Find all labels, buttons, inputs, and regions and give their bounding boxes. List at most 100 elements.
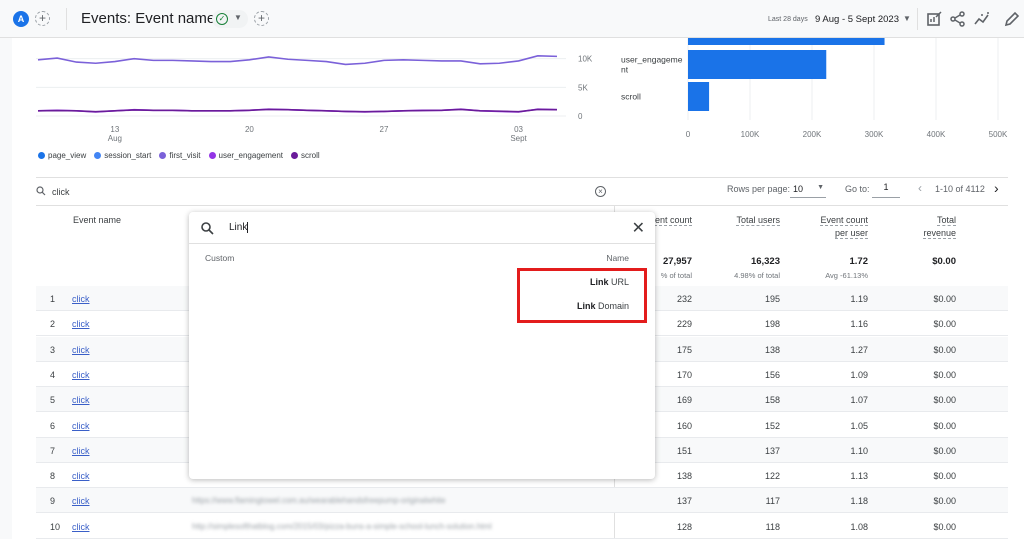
clear-search-icon[interactable]: × bbox=[595, 186, 606, 197]
bar-user_engagement bbox=[688, 50, 827, 79]
legend-dot-icon bbox=[38, 152, 45, 159]
x-tick-label: 0 bbox=[686, 130, 691, 139]
next-page-icon[interactable]: › bbox=[994, 180, 999, 196]
row-index: 8 bbox=[50, 471, 56, 482]
report-header: A + Events: Event name ✓ ▼ + Last 28 day… bbox=[0, 0, 1024, 38]
prev-page-icon[interactable]: ‹ bbox=[918, 181, 922, 195]
edit-icon[interactable] bbox=[1003, 10, 1021, 28]
per-user-cell: 1.16 bbox=[850, 319, 868, 330]
event-name-link[interactable]: click bbox=[72, 319, 90, 329]
revenue-cell: $0.00 bbox=[933, 471, 956, 482]
divider bbox=[189, 243, 655, 244]
legend-item[interactable]: session_start bbox=[94, 151, 151, 160]
revenue-cell: $0.00 bbox=[933, 294, 956, 304]
legend-label: first_visit bbox=[169, 151, 201, 160]
property-avatar[interactable]: A bbox=[13, 11, 29, 27]
legend-item[interactable]: scroll bbox=[291, 151, 320, 160]
table-search-input[interactable]: click bbox=[52, 187, 70, 197]
revenue-cell: $0.00 bbox=[933, 344, 956, 355]
legend-dot-icon bbox=[291, 152, 299, 159]
event-count-cell: 128 bbox=[676, 521, 692, 532]
event-name-link[interactable]: click bbox=[72, 294, 90, 304]
page-range: 1-10 of 4112 bbox=[935, 184, 985, 194]
link-url-value: http://simplesofthatblog.com/2015/03/piz… bbox=[192, 521, 492, 531]
custom-column-label: Custom bbox=[205, 253, 235, 263]
divider bbox=[917, 8, 918, 30]
dimension-search-value: Link bbox=[229, 222, 248, 234]
row-index: 7 bbox=[50, 445, 56, 456]
x-tick-sublabel: Aug bbox=[108, 134, 122, 143]
legend-label: session_start bbox=[104, 151, 152, 160]
legend-item[interactable]: first_visit bbox=[159, 151, 201, 160]
col-event-count-per-user[interactable]: Event count per user bbox=[790, 214, 868, 240]
event-name-link[interactable]: click bbox=[72, 446, 90, 456]
row-index: 6 bbox=[50, 420, 56, 431]
name-column-label: Name bbox=[606, 253, 629, 263]
date-range-picker[interactable]: 9 Aug - 5 Sept 2023 bbox=[815, 14, 899, 25]
per-user-cell: 1.27 bbox=[850, 344, 868, 355]
event-name-link[interactable]: click bbox=[72, 345, 90, 355]
y-tick-label: 5K bbox=[578, 83, 588, 92]
per-user-cell: 1.05 bbox=[850, 420, 868, 431]
revenue-cell: $0.00 bbox=[933, 395, 956, 406]
goto-label: Go to: bbox=[845, 184, 870, 194]
per-user-cell: 1.19 bbox=[850, 294, 868, 304]
total-per-user: 1.72 bbox=[849, 256, 869, 267]
legend-label: user_engagement bbox=[218, 151, 284, 160]
bar-chart: 0 100K 200K 300K 400K 500K user_engagement scro… bbox=[621, 38, 1008, 139]
y-tick-label: 10K bbox=[578, 55, 593, 64]
line-chart: 0 5K 10K 13Aug 20 27 03Sept bbox=[36, 54, 593, 143]
add-comparison-button[interactable]: + bbox=[35, 11, 50, 26]
col-label-line1: Event count bbox=[820, 215, 868, 226]
legend-label: scroll bbox=[301, 151, 320, 160]
total-users-cell: 138 bbox=[764, 344, 780, 355]
event-name-link[interactable]: click bbox=[72, 421, 90, 431]
y-tick-label: 0 bbox=[578, 112, 583, 121]
total-users-cell: 195 bbox=[764, 294, 780, 304]
table-search[interactable]: click × bbox=[30, 182, 610, 204]
series-line-first_visit bbox=[37, 54, 558, 66]
rows-per-page-select[interactable]: 10 ▼ bbox=[790, 182, 826, 198]
check-circle-icon: ✓ bbox=[216, 13, 228, 25]
col-total-users-label: Total users bbox=[736, 215, 780, 226]
x-tick-label: 100K bbox=[741, 130, 760, 139]
event-name-link[interactable]: click bbox=[72, 496, 90, 506]
legend-dot-icon bbox=[94, 152, 102, 159]
bar-category-label: nt bbox=[621, 65, 629, 75]
legend-item[interactable]: page_view bbox=[38, 151, 86, 160]
chart-legend: page_view session_start first_visit user_en… bbox=[38, 151, 320, 160]
revenue-cell: $0.00 bbox=[933, 521, 956, 532]
event-name-link[interactable]: click bbox=[72, 471, 90, 481]
col-total-users[interactable]: Total users bbox=[700, 214, 780, 227]
title-status-chip[interactable]: ✓ ▼ bbox=[212, 10, 248, 28]
legend-dot-icon bbox=[208, 152, 216, 159]
date-caret-icon[interactable]: ▼ bbox=[903, 14, 911, 23]
customize-report-icon[interactable] bbox=[925, 10, 943, 28]
event-name-link[interactable]: click bbox=[72, 522, 90, 532]
event-name-link[interactable]: click bbox=[72, 395, 90, 405]
x-tick-label: 300K bbox=[865, 130, 884, 139]
legend-label: page_view bbox=[48, 151, 87, 160]
col-total-revenue[interactable]: Total revenue bbox=[880, 214, 956, 240]
revenue-cell: $0.00 bbox=[933, 496, 956, 507]
dimension-search-input[interactable]: Link bbox=[229, 222, 249, 234]
total-users-cell: 122 bbox=[764, 471, 780, 482]
col-event-name[interactable]: Event name bbox=[73, 214, 121, 227]
close-icon[interactable]: ✕ bbox=[632, 218, 645, 238]
per-user-cell: 1.13 bbox=[850, 471, 868, 482]
row-index: 5 bbox=[50, 395, 56, 406]
goto-page-input[interactable]: 1 bbox=[872, 182, 900, 198]
per-user-cell: 1.09 bbox=[850, 369, 868, 380]
divider bbox=[36, 205, 1008, 206]
event-name-link[interactable]: click bbox=[72, 370, 90, 380]
revenue-cell: $0.00 bbox=[933, 420, 956, 431]
per-user-cell: 1.07 bbox=[850, 395, 868, 406]
share-icon[interactable] bbox=[949, 10, 967, 28]
insights-icon[interactable] bbox=[973, 10, 991, 28]
total-users: 16,323 bbox=[750, 256, 780, 267]
legend-item[interactable]: user_engagement bbox=[208, 151, 284, 160]
event-count-cell: 137 bbox=[676, 496, 692, 507]
row-index: 9 bbox=[50, 496, 56, 507]
add-card-button[interactable]: + bbox=[254, 11, 269, 26]
total-users-cell: 198 bbox=[764, 319, 780, 330]
